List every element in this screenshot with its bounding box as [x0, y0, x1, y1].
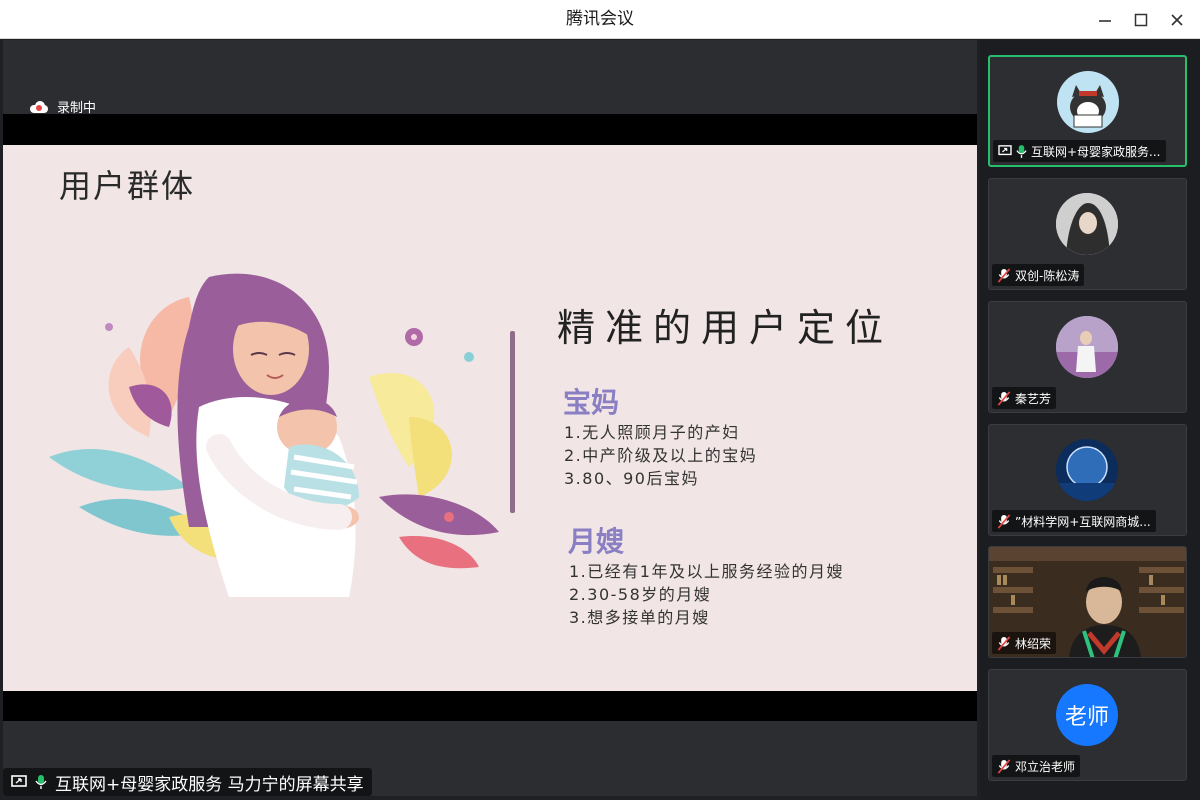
letterbox-bottom	[3, 691, 977, 721]
microphone-muted-icon	[997, 267, 1011, 283]
participant-namebar: ”材料学网+互联网商城...	[992, 510, 1156, 532]
participant-name: ”材料学网+互联网商城...	[1015, 514, 1151, 529]
participant-namebar: 林绍荣	[992, 632, 1057, 654]
participant-name: 邓立治老师	[1015, 759, 1076, 774]
participant-namebar: 秦艺芳	[992, 387, 1057, 409]
avatar	[1056, 193, 1118, 255]
microphone-muted-icon	[997, 513, 1011, 529]
section-heading-mothers: 宝妈	[563, 386, 620, 419]
list-item: 3.80、90后宝妈	[564, 469, 699, 488]
slide-headline: 精准的用户定位	[557, 306, 894, 350]
participant-tile[interactable]: 双创-陈松涛	[988, 178, 1187, 290]
maximize-button[interactable]	[1130, 9, 1152, 31]
participant-namebar: 邓立治老师	[992, 755, 1081, 777]
minimize-icon	[1099, 20, 1111, 22]
participant-namebar: 双创-陈松涛	[992, 264, 1085, 286]
screen-share-indicator[interactable]: 互联网+母婴家政服务 马力宁的屏幕共享	[3, 768, 372, 796]
participant-name: 秦艺芳	[1015, 391, 1052, 406]
participant-tile[interactable]: ”材料学网+互联网商城...	[988, 424, 1187, 536]
maximize-icon	[1134, 13, 1148, 27]
slide-title: 用户群体	[59, 167, 196, 205]
screen-share-icon	[11, 775, 27, 789]
avatar	[1056, 439, 1118, 501]
close-icon	[1171, 14, 1183, 26]
microphone-icon	[35, 774, 47, 790]
window-title: 腾讯会议	[566, 9, 634, 29]
avatar	[1056, 316, 1118, 378]
list-item: 2.中产阶级及以上的宝妈	[564, 446, 758, 465]
participant-namebar: 互联网+母婴家政服务...	[993, 140, 1166, 162]
microphone-muted-icon	[997, 758, 1011, 774]
participant-tile[interactable]: 互联网+母婴家政服务...	[988, 55, 1187, 167]
participant-tile[interactable]: 林绍荣	[988, 546, 1187, 658]
participant-name: 林绍荣	[1015, 636, 1052, 651]
microphone-muted-icon	[997, 390, 1011, 406]
title-bar: 腾讯会议	[0, 0, 1200, 39]
section-heading-nannies: 月嫂	[568, 525, 625, 558]
screen-share-label: 互联网+母婴家政服务 马力宁的屏幕共享	[55, 774, 364, 795]
avatar	[1057, 71, 1119, 133]
participant-name: 互联网+母婴家政服务...	[1031, 144, 1161, 159]
microphone-icon	[1016, 144, 1027, 159]
minimize-button[interactable]	[1094, 9, 1116, 31]
list-item: 3.想多接单的月嫂	[569, 608, 710, 627]
close-button[interactable]	[1166, 9, 1188, 31]
list-item: 1.无人照顾月子的产妇	[564, 423, 740, 442]
mother-baby-illustration	[49, 273, 499, 597]
letterbox-top	[3, 114, 977, 145]
cloud-record-icon	[29, 100, 49, 113]
shared-slide: 用户群体 精准的用户定位 宝妈 1.无人照顾月子的产妇 2.中产阶级及以上的宝妈…	[3, 145, 977, 691]
list-item: 1.已经有1年及以上服务经验的月嫂	[569, 562, 844, 581]
avatar: 老师	[1056, 684, 1118, 746]
participant-tile[interactable]: 老师 邓立治老师	[988, 669, 1187, 781]
participant-sidebar: 互联网+母婴家政服务... 双创-陈松涛 秦艺芳 ”材料学网+互联网商城... …	[980, 40, 1200, 800]
slide-divider	[510, 331, 515, 513]
list-item: 2.30-58岁的月嫂	[569, 585, 712, 604]
participant-tile[interactable]: 秦艺芳	[988, 301, 1187, 413]
microphone-muted-icon	[997, 635, 1011, 651]
screen-share-icon	[998, 145, 1012, 157]
participant-name: 双创-陈松涛	[1015, 268, 1080, 283]
